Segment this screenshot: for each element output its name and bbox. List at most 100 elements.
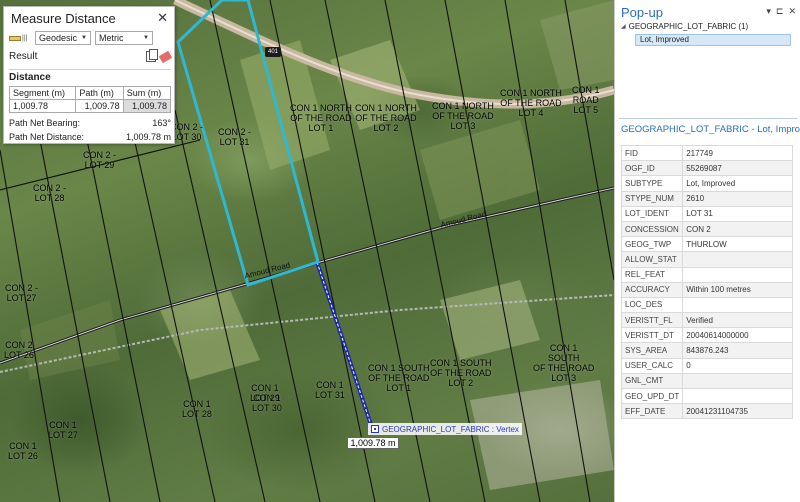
- field-value: [682, 266, 793, 283]
- lot-label: CON 1 NORTH OF THE ROAD LOT 3: [432, 101, 494, 131]
- measure-title: Measure Distance: [11, 11, 116, 26]
- feature-title: GEOGRAPHIC_LOT_FABRIC - Lot, Improved: [621, 124, 800, 135]
- measure-mode-select[interactable]: Geodesic ▼: [35, 31, 91, 45]
- close-icon[interactable]: ✕: [157, 10, 168, 26]
- field-value: 217749: [682, 144, 793, 162]
- net-distance-label: Path Net Distance:: [9, 132, 85, 142]
- attribute-row: VERISTT_DT 20040614000000: [620, 327, 793, 344]
- lot-label: CON 2 LOT 26: [4, 340, 34, 360]
- field-name: ALLOW_STAT: [620, 251, 684, 268]
- measure-units-value: Metric: [99, 33, 124, 43]
- field-value: [682, 387, 793, 405]
- field-value: LOT 31: [682, 205, 793, 222]
- lot-label: CON 1 NORTH OF THE ROAD LOT 4: [500, 88, 562, 118]
- attribute-row: GEO_UPD_DT: [620, 387, 793, 405]
- map-view[interactable]: 401 Amoud Road Amoud Road CON 2 - LOT 29…: [0, 0, 614, 502]
- lot-label: CON 1 NORTH OF THE ROAD LOT 2: [355, 103, 417, 133]
- field-value: [682, 251, 793, 268]
- lot-label: CON 2 - LOT 27: [5, 283, 39, 303]
- field-value: Within 100 metres: [682, 281, 793, 298]
- distance-label: Distance: [9, 72, 51, 83]
- pane-menu-icon[interactable]: ▾: [766, 6, 771, 17]
- highway-401-shield: 401: [265, 47, 281, 57]
- ruler-icon[interactable]: |||: [9, 32, 31, 44]
- lot-label: CON 1 SOUTH OF THE ROAD LOT 1: [368, 363, 430, 393]
- attribute-row: STYPE_NUM 2610: [620, 190, 793, 207]
- chevron-down-icon: ▼: [81, 35, 87, 41]
- measure-units-select[interactable]: Metric ▼: [95, 31, 153, 45]
- attribute-row: SUBTYPE Lot, Improved: [620, 175, 793, 192]
- field-name: STYPE_NUM: [620, 190, 684, 207]
- field-name: OGF_ID: [620, 160, 684, 177]
- table-row: 1,009.78 1,009.78 1,009.78: [8, 99, 172, 113]
- segment-cell: 1,009.78: [8, 99, 77, 113]
- attribute-row: LOT_IDENT LOT 31: [620, 205, 793, 222]
- attribute-row: USER_CALC 0: [620, 357, 793, 374]
- column-header: Sum (m): [122, 86, 172, 100]
- layer-tree-node[interactable]: ◢ GEOGRAPHIC_LOT_FABRIC (1): [621, 22, 748, 31]
- popup-title: Pop-up: [621, 5, 663, 20]
- field-value: 0: [682, 357, 793, 374]
- result-label: Result: [9, 51, 38, 62]
- attribute-row: EFF_DATE 20041231104735: [620, 403, 793, 420]
- column-header: Path (m): [75, 86, 124, 100]
- field-name: USER_CALC: [620, 357, 684, 374]
- table-header-row: Segment (m) Path (m) Sum (m): [8, 86, 172, 100]
- attribute-row: FID 217749: [620, 144, 793, 162]
- close-icon[interactable]: ✕: [788, 6, 796, 17]
- distance-table: Segment (m) Path (m) Sum (m) 1,009.78 1,…: [8, 86, 172, 113]
- field-name: GNL_CMT: [620, 372, 684, 390]
- column-header: Segment (m): [8, 86, 77, 100]
- attribute-table: FID 217749 OGF_ID 55269087 SUBTYPE Lot, Imp…: [620, 144, 793, 420]
- attribute-row: REL_FEAT: [620, 266, 793, 283]
- lot-label: CON 2 - LOT 29: [83, 150, 117, 170]
- field-name: GEO_UPD_DT: [620, 387, 684, 405]
- field-value: 20040614000000: [682, 327, 793, 344]
- lot-label: CON 1 LOT 28: [182, 399, 212, 419]
- result-header: Result: [9, 49, 173, 64]
- lot-label: CON 1 LOT 26: [8, 441, 38, 461]
- attribute-row: CONCESSION CON 2: [620, 220, 793, 238]
- field-name: LOC_DES: [620, 296, 684, 314]
- field-name: REL_FEAT: [620, 266, 684, 283]
- field-value: 2610: [682, 190, 793, 207]
- attribute-row: GEOG_TWP THURLOW: [620, 236, 793, 253]
- vertex-icon: [371, 425, 379, 433]
- attribute-row: GNL_CMT: [620, 372, 793, 390]
- field-value: Verified: [682, 312, 793, 329]
- field-name: SUBTYPE: [620, 175, 684, 192]
- net-bearing-row: Path Net Bearing: 163°: [9, 118, 171, 128]
- field-name: VERISTT_DT: [620, 327, 684, 344]
- attribute-row: OGF_ID 55269087: [620, 160, 793, 177]
- attribute-row: SYS_AREA 843876.243: [620, 342, 793, 359]
- divider: [619, 118, 797, 119]
- expand-triangle-icon[interactable]: ◢: [621, 23, 626, 30]
- field-name: EFF_DATE: [620, 403, 684, 420]
- snap-tooltip: GEOGRAPHIC_LOT_FABRIC : Vertex: [368, 423, 522, 435]
- lot-label: CON 1 LOT 27: [48, 420, 78, 440]
- lot-label: CON 1 ROAD LOT 5: [572, 85, 600, 115]
- lot-label: CON 1 LOT 31: [315, 380, 345, 400]
- field-name: LOT_IDENT: [620, 205, 684, 222]
- field-name: ACCURACY: [620, 281, 684, 298]
- measure-toolbar: ||| Geodesic ▼ Metric ▼: [9, 31, 153, 45]
- pin-icon[interactable]: ⊏: [776, 6, 784, 17]
- copy-icon[interactable]: [146, 49, 158, 62]
- field-value: THURLOW: [682, 236, 793, 253]
- net-distance-row: Path Net Distance: 1,009.78 m: [9, 132, 171, 142]
- pane-controls: ▾ ⊏ ✕: [766, 6, 796, 17]
- net-bearing-label: Path Net Bearing:: [9, 118, 81, 128]
- field-name: GEOG_TWP: [620, 236, 684, 253]
- feature-tree-item-selected[interactable]: Lot, Improved: [635, 34, 791, 46]
- measure-distance-panel: Measure Distance ✕ ||| Geodesic ▼ Metric…: [3, 6, 175, 144]
- attribute-row: VERISTT_FL Verified: [620, 312, 793, 329]
- field-value: 55269087: [682, 160, 793, 177]
- field-name: CONCESSION: [620, 220, 684, 238]
- eraser-icon[interactable]: [158, 50, 173, 64]
- field-name: SYS_AREA: [620, 342, 684, 359]
- chevron-down-icon: ▼: [143, 35, 149, 41]
- net-bearing-value: 163°: [152, 118, 171, 128]
- field-value: [682, 372, 793, 390]
- field-value: 843876.243: [682, 342, 793, 359]
- lot-label: CON 1 SOUTH OF THE ROAD LOT 3: [533, 343, 595, 383]
